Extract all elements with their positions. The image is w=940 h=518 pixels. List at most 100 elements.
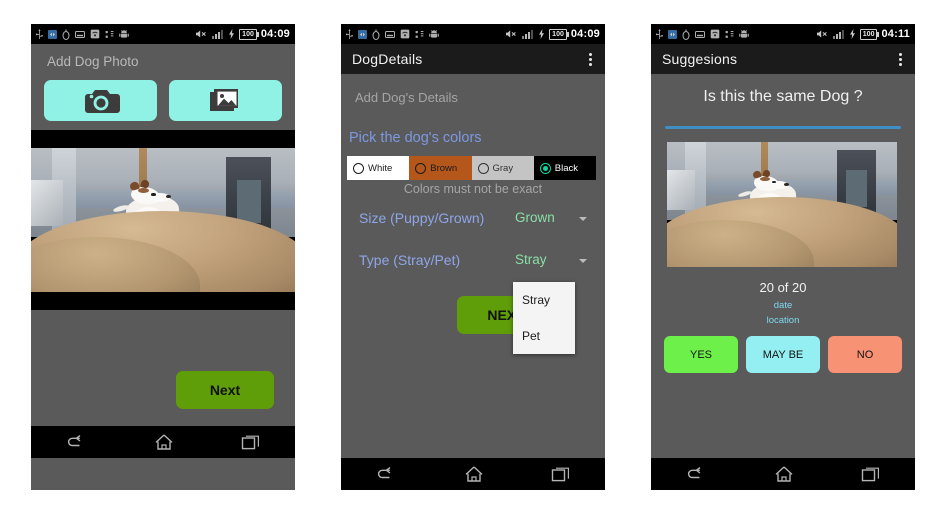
size-field-label: Size (Puppy/Grown): [359, 210, 485, 226]
screenshot-icon: [695, 30, 705, 38]
no-button[interactable]: NO: [828, 336, 902, 373]
chevron-down-icon[interactable]: [579, 217, 587, 221]
gallery-button[interactable]: [169, 80, 282, 121]
charging-icon: [539, 29, 545, 39]
color-option-black[interactable]: Black: [533, 156, 596, 180]
radio-icon-selected: [539, 162, 551, 174]
screen1-body: Add Dog Photo Next: [31, 44, 295, 458]
back-icon[interactable]: [685, 466, 707, 482]
back-icon[interactable]: [65, 434, 87, 450]
status-bar-left-icons: [346, 28, 505, 40]
section-subtitle: Add Dog's Details: [355, 90, 458, 105]
color-option-label: White: [368, 162, 393, 174]
status-bar: 100 04:09: [341, 24, 605, 44]
screen2-body: Add Dog's Details Pick the dog's colors …: [341, 74, 605, 490]
next-button[interactable]: Next: [176, 371, 274, 409]
color-option-label: Brown: [430, 162, 458, 174]
developer-icon: [668, 29, 677, 39]
dropdown-option-pet[interactable]: Pet: [513, 318, 575, 354]
suggestion-date: date: [773, 300, 793, 311]
photo-preview-area: [31, 130, 295, 310]
status-bar-right-icons: 100 04:09: [195, 27, 290, 40]
suggestion-location: location: [766, 315, 800, 326]
dog-photo-content: [31, 148, 295, 292]
radio-icon: [415, 162, 427, 174]
wifi-hotspot-icon: [400, 29, 410, 39]
usb-icon: [656, 28, 663, 39]
wifi-hotspot-icon: [710, 29, 720, 39]
status-bar-right-icons: 100 04:09: [505, 27, 600, 40]
battery-level: 100: [239, 28, 259, 40]
charging-icon: [229, 29, 235, 39]
charging-icon: [849, 29, 855, 39]
usb-debug-icon: [415, 30, 424, 38]
color-option-gray[interactable]: Gray: [471, 156, 534, 180]
signal-icon: [212, 30, 224, 39]
alarm-icon: [682, 28, 690, 40]
status-bar-left-icons: [36, 28, 195, 40]
status-bar-clock: 04:09: [260, 27, 290, 40]
status-bar-clock: 04:11: [881, 27, 910, 40]
screenshot-icon: [75, 30, 85, 38]
recents-icon[interactable]: [241, 434, 261, 450]
screen3-body: Is this the same Dog ? 20 of 20 date loc…: [651, 74, 915, 490]
dog-photo-content: [667, 142, 897, 267]
app-title: Suggesions: [662, 51, 738, 67]
color-option-label: Gray: [492, 162, 514, 174]
navigation-bar: [341, 458, 605, 490]
phone-screen-suggestions: 100 04:11 Suggesions Is this the same Do…: [651, 24, 915, 490]
radio-icon: [477, 162, 489, 174]
camera-button[interactable]: [44, 80, 157, 121]
battery-level: 100: [549, 28, 569, 40]
signal-icon: [832, 30, 844, 39]
android-icon: [119, 30, 129, 38]
yes-button[interactable]: YES: [664, 336, 738, 373]
mute-icon: [506, 30, 516, 38]
back-icon[interactable]: [375, 466, 397, 482]
action-bar: DogDetails: [341, 44, 605, 74]
wifi-hotspot-icon: [90, 29, 100, 39]
usb-debug-icon: [105, 30, 114, 38]
size-spinner-value[interactable]: Grown: [515, 210, 555, 225]
usb-icon: [36, 28, 43, 39]
status-bar-right-icons: 100 04:11: [816, 27, 910, 40]
type-spinner-value[interactable]: Stray: [515, 252, 547, 267]
battery-level: 100: [859, 28, 880, 40]
dropdown-option-stray[interactable]: Stray: [513, 282, 575, 318]
colors-heading: Pick the dog's colors: [349, 130, 482, 146]
dog-photo: [31, 148, 295, 292]
recents-icon[interactable]: [551, 466, 571, 482]
type-field-label: Type (Stray/Pet): [359, 252, 461, 268]
color-option-brown[interactable]: Brown: [409, 156, 472, 180]
overflow-menu-icon[interactable]: [587, 49, 594, 70]
question-text: Is this the same Dog ?: [703, 88, 863, 105]
page-title: Add Dog Photo: [47, 54, 139, 69]
phone-screen-dog-details: 100 04:09 DogDetails Add Dog's Details P…: [341, 24, 605, 490]
action-bar: Suggesions: [651, 44, 915, 74]
status-bar: 100 04:11: [651, 24, 915, 44]
photo-source-buttons: [44, 80, 282, 121]
status-bar-clock: 04:09: [570, 27, 600, 40]
recents-icon[interactable]: [861, 466, 881, 482]
screenshot-stage: 100 04:09 Add Dog Photo Next 100 04:09 D…: [0, 0, 940, 518]
mute-icon: [816, 30, 827, 38]
answer-buttons: YES MAY BE NO: [664, 336, 902, 373]
home-icon[interactable]: [154, 433, 174, 451]
phone-screen-add-dog-photo: 100 04:09 Add Dog Photo Next: [31, 24, 295, 490]
home-icon[interactable]: [464, 465, 484, 483]
app-title: DogDetails: [352, 51, 423, 67]
color-option-white[interactable]: White: [347, 156, 410, 180]
suggested-dog-photo[interactable]: [667, 142, 897, 267]
maybe-button[interactable]: MAY BE: [746, 336, 820, 373]
developer-icon: [48, 29, 57, 39]
android-icon: [429, 30, 439, 38]
home-icon[interactable]: [774, 465, 794, 483]
color-option-label: Black: [554, 162, 578, 174]
color-swatch-row: White Brown Gray Black: [347, 156, 596, 180]
chevron-down-icon[interactable]: [579, 259, 587, 263]
navigation-bar: [651, 458, 915, 490]
overflow-menu-icon[interactable]: [897, 49, 904, 70]
android-icon: [739, 30, 749, 38]
status-bar: 100 04:09: [31, 24, 295, 44]
alarm-icon: [62, 28, 70, 40]
